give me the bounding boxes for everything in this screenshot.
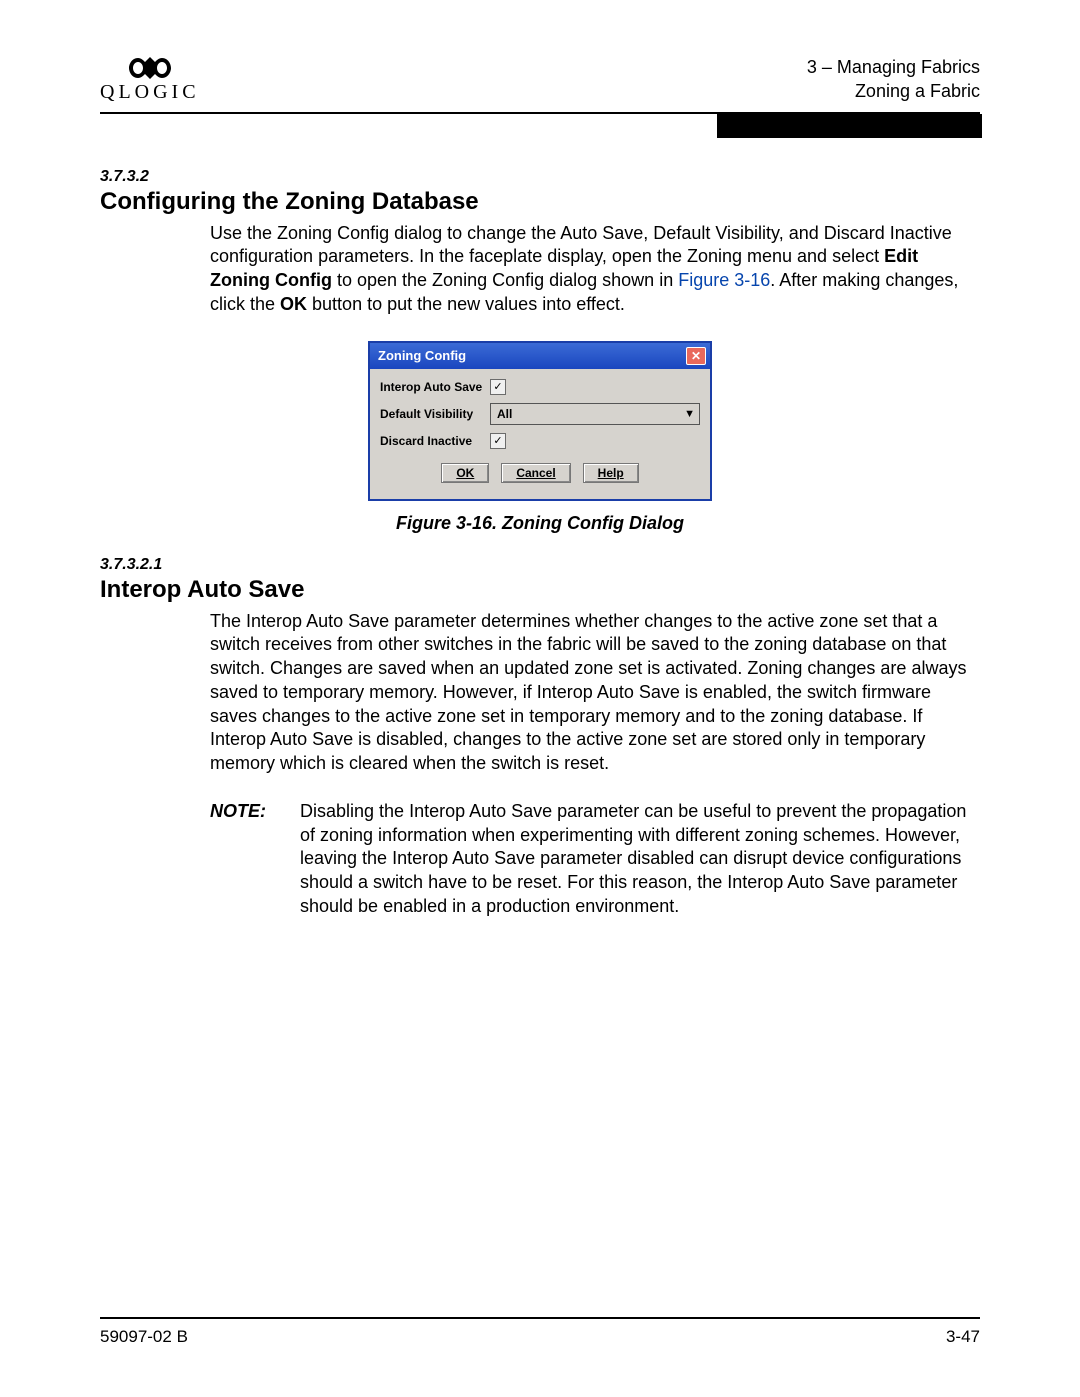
checkmark-icon: ✓: [493, 434, 502, 447]
chapter-title: 3 – Managing Fabrics: [807, 55, 980, 79]
section-title: Zoning a Fabric: [807, 79, 980, 103]
page-header: QLOGIC 3 – Managing Fabrics Zoning a Fab…: [100, 55, 980, 114]
section-heading: Interop Auto Save: [100, 576, 980, 604]
chevron-down-icon: ▼: [684, 408, 695, 420]
note-text: Disabling the Interop Auto Save paramete…: [300, 800, 980, 919]
logo: QLOGIC: [100, 56, 200, 104]
doc-number: 59097-02 B: [100, 1327, 188, 1347]
figure-link[interactable]: Figure 3-16: [678, 270, 770, 290]
section-number: 3.7.3.2: [100, 168, 980, 186]
note-label: NOTE:: [210, 800, 300, 919]
discard-inactive-checkbox[interactable]: ✓: [490, 433, 506, 449]
qlogic-logo-icon: [127, 56, 173, 80]
section-heading: Configuring the Zoning Database: [100, 188, 980, 216]
zoning-config-dialog: Zoning Config ✕ Interop Auto Save ✓ Defa…: [368, 341, 712, 501]
default-visibility-label: Default Visibility: [380, 407, 490, 421]
page-number: 3-47: [946, 1327, 980, 1347]
para-text: to open the Zoning Config dialog shown i…: [332, 270, 678, 290]
page-footer: 59097-02 B 3-47: [100, 1317, 980, 1347]
button-label: Cancel: [516, 466, 555, 480]
button-label: OK: [456, 466, 474, 480]
dialog-titlebar: Zoning Config ✕: [370, 343, 710, 369]
dialog-title: Zoning Config: [378, 348, 466, 363]
logo-text: QLOGIC: [100, 81, 200, 104]
button-label: Help: [598, 466, 624, 480]
section-number: 3.7.3.2.1: [100, 556, 980, 574]
discard-inactive-label: Discard Inactive: [380, 434, 490, 448]
checkmark-icon: ✓: [493, 380, 502, 393]
section-body: Use the Zoning Config dialog to change t…: [210, 222, 980, 317]
para-text: Use the Zoning Config dialog to change t…: [210, 223, 952, 267]
select-value: All: [497, 407, 512, 421]
interop-auto-save-label: Interop Auto Save: [380, 380, 490, 394]
interop-auto-save-checkbox[interactable]: ✓: [490, 379, 506, 395]
close-icon: ✕: [691, 349, 701, 363]
para-text: button to put the new values into effect…: [307, 294, 625, 314]
bold-text: OK: [280, 294, 307, 314]
cancel-button[interactable]: Cancel: [501, 463, 570, 483]
close-button[interactable]: ✕: [686, 347, 706, 365]
figure-caption: Figure 3-16. Zoning Config Dialog: [100, 513, 980, 534]
header-breadcrumb: 3 – Managing Fabrics Zoning a Fabric: [807, 55, 980, 104]
ok-button[interactable]: OK: [441, 463, 489, 483]
help-button[interactable]: Help: [583, 463, 639, 483]
section-body: The Interop Auto Save parameter determin…: [210, 610, 980, 776]
note-block: NOTE: Disabling the Interop Auto Save pa…: [210, 800, 980, 919]
header-black-bar: [717, 114, 982, 138]
default-visibility-select[interactable]: All ▼: [490, 403, 700, 425]
